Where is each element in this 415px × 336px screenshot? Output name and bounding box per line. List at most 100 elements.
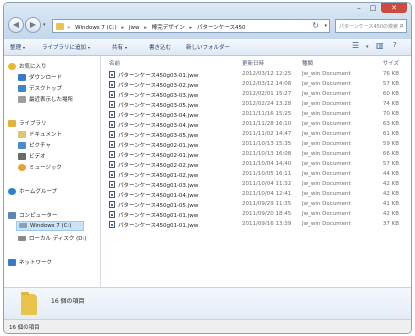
file-row[interactable]: パターンケース450g03-01.jww 2012/03/12 12:25 Jw_w… <box>101 70 411 80</box>
back-button[interactable]: ◀ <box>8 17 24 33</box>
search-icon[interactable]: ⌕ <box>400 21 404 31</box>
status-bar: 16 個の項目 <box>4 319 411 333</box>
jww-file-icon <box>109 121 115 128</box>
file-date: 2012/02/01 15:27 <box>242 91 292 97</box>
file-row[interactable]: パターンケース450g02-02.jww 2011/10/04 14:40 Jw_w… <box>101 160 411 170</box>
file-row[interactable]: パターンケース450g01-05.jww 2011/09/29 11:35 Jw_w… <box>101 200 411 210</box>
minimize-button[interactable]: – <box>353 3 365 13</box>
recent-places-icon <box>18 96 26 103</box>
breadcrumb-item-current[interactable]: パターンケース450 <box>197 25 245 31</box>
file-size: 41 KB <box>382 201 399 207</box>
sidebar-item-videos[interactable]: ビデオ <box>18 152 46 160</box>
jww-file-icon <box>109 131 115 138</box>
refresh-icon[interactable]: ↻ <box>312 21 319 30</box>
file-date: 2011/10/04 12:41 <box>242 191 292 197</box>
address-dropdown-icon[interactable]: ▾ <box>324 23 327 29</box>
sidebar-item-label: ダウンロード <box>29 75 63 81</box>
column-header-size[interactable]: サイズ <box>363 59 399 67</box>
file-type: Jw_win Document <box>302 221 351 227</box>
network-icon <box>8 259 16 266</box>
file-row[interactable]: パターンケース450g01-03.jww 2011/10/04 11:32 Jw_w… <box>101 180 411 190</box>
preview-pane-icon[interactable]: ▥ <box>376 41 384 50</box>
recent-pages-dropdown[interactable]: ▾ <box>43 22 46 28</box>
sidebar-item-drive-c[interactable]: Windows 7 (C:) <box>16 221 84 231</box>
jww-file-icon <box>109 71 115 78</box>
breadcrumb-item[interactable]: 棒完デザイン <box>152 25 185 31</box>
chevron-down-icon: ▾ <box>88 45 91 50</box>
column-header-name[interactable]: 名前 <box>109 59 120 67</box>
file-date: 2012/03/12 14:08 <box>242 81 292 87</box>
maximize-button[interactable]: □ <box>367 3 379 13</box>
file-type: Jw_win Document <box>302 151 351 157</box>
file-name: パターンケース450g01-05.jww <box>118 203 199 209</box>
include-in-library-button[interactable]: ライブラリに追加 ▾ <box>42 43 90 51</box>
help-icon[interactable]: ? <box>393 41 397 49</box>
jww-file-icon <box>109 221 115 228</box>
column-header-type[interactable]: 種類 <box>302 59 313 67</box>
new-folder-button[interactable]: 新しいフォルダー <box>186 43 230 51</box>
file-row[interactable]: パターンケース450g03-04.jww 2011/11/28 16:10 Jw_w… <box>101 120 411 130</box>
file-size: 61 KB <box>382 131 399 137</box>
sidebar-item-downloads[interactable]: ダウンロード <box>18 73 62 81</box>
breadcrumb-item[interactable]: Windows 7 (C:) <box>75 25 117 31</box>
sidebar-item-computer[interactable]: コンピューター <box>8 211 58 219</box>
file-row[interactable]: パターンケース450g03-02.jww 2012/03/12 14:08 Jw_w… <box>101 80 411 90</box>
file-row[interactable]: パターンケース450g02-01.jww 2011/10/13 15:35 Jw_w… <box>101 140 411 150</box>
file-row[interactable]: パターンケース450g01-02.jww 2011/10/05 16:11 Jw_w… <box>101 170 411 180</box>
jww-file-icon <box>109 191 115 198</box>
file-row[interactable]: パターンケース450g03-04.jww 2011/11/16 15:25 Jw_w… <box>101 110 411 120</box>
sidebar-item-label: ホームグループ <box>19 189 58 195</box>
file-row[interactable]: パターンケース450g01-01.jww 2011/09/20 18:45 Jw_w… <box>101 210 411 220</box>
file-type: Jw_win Document <box>302 71 351 77</box>
file-type: Jw_win Document <box>302 181 351 187</box>
sidebar-item-label: ネットワーク <box>19 260 53 266</box>
breadcrumb-overflow[interactable]: « <box>67 25 70 31</box>
file-size: 57 KB <box>382 161 399 167</box>
status-item-count: 16 個の項目 <box>9 325 40 331</box>
sidebar-item-label: ミュージック <box>29 165 62 171</box>
details-item-count: 16 個の項目 <box>51 298 85 305</box>
sidebar-item-music[interactable]: ミュージック <box>18 163 62 171</box>
sidebar-item-label: ライブラリ <box>19 121 47 127</box>
burn-button[interactable]: 書き込む <box>149 43 171 51</box>
sidebar-item-label: デスクトップ <box>29 86 63 92</box>
sidebar-item-pictures[interactable]: ピクチャ <box>18 141 51 149</box>
jww-file-icon <box>109 181 115 188</box>
sidebar-item-label: ピクチャ <box>29 143 51 149</box>
breadcrumb-separator[interactable]: ▸ <box>190 25 193 31</box>
file-size: 63 KB <box>382 121 399 127</box>
view-dropdown-icon[interactable]: ▾ <box>366 44 369 50</box>
address-bar[interactable]: « Windows 7 (C:) ▸ jww ▸ 棒完デザイン ▸ パターンケー… <box>52 19 330 33</box>
close-button[interactable]: ✕ <box>381 3 407 13</box>
sidebar-item-documents[interactable]: ドキュメント <box>18 130 62 138</box>
organize-button[interactable]: 整理 ▾ <box>10 43 25 51</box>
sidebar-item-desktop[interactable]: デスクトップ <box>18 84 62 92</box>
sidebar-item-recent-places[interactable]: 最近表示した場所 <box>18 95 73 103</box>
sidebar-item-libraries[interactable]: ライブラリ <box>8 119 47 127</box>
navigation-pane: お気に入り ダウンロード デスクトップ 最近表示した場所 ライブラリ ドキュメン… <box>4 56 101 319</box>
videos-icon <box>18 153 26 160</box>
search-box[interactable]: パターンケース450の検索 ⌕ <box>335 19 407 33</box>
breadcrumb-separator[interactable]: ▸ <box>121 25 124 31</box>
breadcrumb-separator[interactable]: ▸ <box>144 25 147 31</box>
file-row[interactable]: パターンケース450g03-05.jww 2011/11/02 14:47 Jw_w… <box>101 130 411 140</box>
documents-icon <box>18 131 26 138</box>
view-options-icon[interactable]: ☰ <box>352 41 359 50</box>
column-header-date[interactable]: 更新日時 <box>242 59 264 67</box>
sidebar-item-label: ドキュメント <box>29 132 63 138</box>
breadcrumb-item[interactable]: jww <box>129 25 140 31</box>
file-name: パターンケース450g01-02.jww <box>118 173 199 179</box>
file-row[interactable]: パターンケース450g03-03.jww 2012/02/01 15:27 Jw_w… <box>101 90 411 100</box>
file-row[interactable]: パターンケース450g03-05.jww 2012/02/24 13:28 Jw_w… <box>101 100 411 110</box>
share-button[interactable]: 共有 ▾ <box>112 43 127 51</box>
file-row[interactable]: パターンケース450g02-01.jww 2011/10/13 16:08 Jw_w… <box>101 150 411 160</box>
sidebar-item-homegroup[interactable]: ホームグループ <box>8 187 57 195</box>
file-date: 2011/10/13 15:35 <box>242 141 292 147</box>
forward-button[interactable]: ▶ <box>25 17 41 33</box>
sidebar-item-network[interactable]: ネットワーク <box>8 258 52 266</box>
sidebar-item-favorites[interactable]: お気に入り <box>8 62 47 70</box>
file-row[interactable]: パターンケース450g01-04.jww 2011/10/04 12:41 Jw_w… <box>101 190 411 200</box>
sidebar-item-drive-d[interactable]: ローカル ディスク (D:) <box>18 234 87 242</box>
file-date: 2011/10/04 11:32 <box>242 181 292 187</box>
file-row[interactable]: パターンケース450g01-01.jww 2011/09/16 13:39 Jw_w… <box>101 220 411 230</box>
